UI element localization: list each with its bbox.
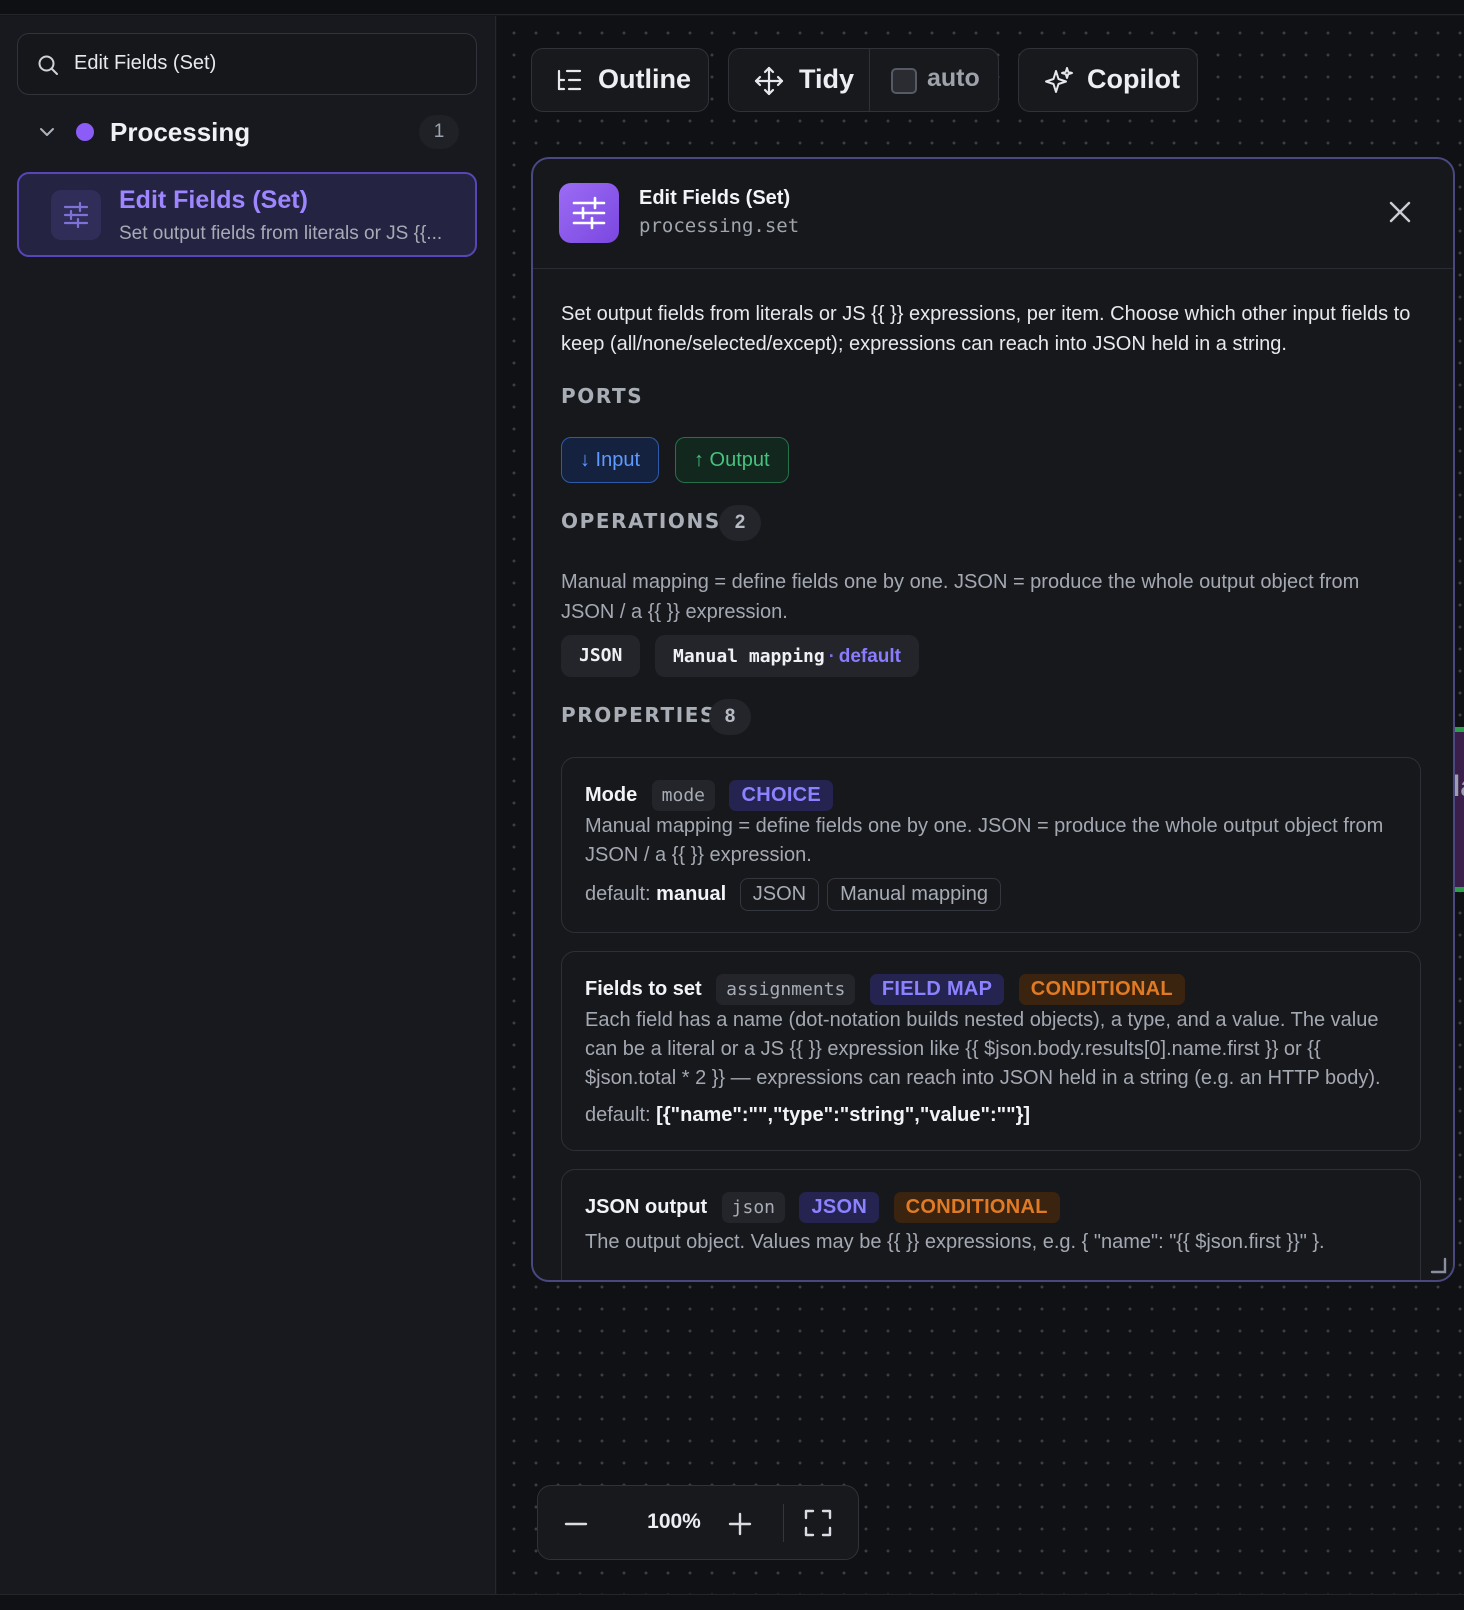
toolbar-divider [869, 49, 870, 111]
operations-count-badge: 2 [719, 505, 761, 541]
auto-tidy-label: auto [927, 64, 980, 92]
property-key: json [721, 1192, 786, 1223]
tidy-label: Tidy [799, 64, 855, 94]
zoom-in-icon[interactable] [726, 1510, 754, 1538]
operations-heading: OPERATIONS [561, 509, 721, 533]
category-count-badge: 1 [419, 115, 459, 149]
property-description: The output object. Values may be {{ }} e… [585, 1231, 1325, 1253]
sliders-icon [51, 190, 101, 240]
close-icon[interactable] [1387, 199, 1413, 225]
property-type-badge: CHOICE [729, 780, 834, 811]
outline-button[interactable]: Outline [531, 48, 709, 112]
search-icon [38, 55, 58, 75]
outline-label: Outline [598, 64, 691, 94]
auto-tidy-checkbox[interactable] [891, 68, 917, 94]
chevron-down-icon[interactable] [37, 122, 57, 142]
property-name: Fields to set [585, 978, 702, 1000]
property-description: Manual mapping = define fields one by on… [585, 815, 1384, 866]
property-key: assignments [716, 974, 856, 1005]
operation-chip-json[interactable]: JSON [561, 635, 641, 677]
default-value: manual [656, 883, 727, 905]
tidy-toolbar-group: Tidy auto [728, 48, 999, 112]
category-color-dot [76, 123, 94, 141]
zoom-controls: 100% [537, 1485, 859, 1560]
property-name: Mode [585, 784, 638, 806]
node-detail-panel: Edit Fields (Set) processing.set Set out… [531, 157, 1455, 1282]
outline-icon [557, 69, 582, 91]
tidy-button[interactable]: Tidy [729, 49, 869, 111]
properties-heading: PROPERTIES [561, 703, 717, 727]
property-card-mode: Mode mode CHOICE Manual mapping = define… [561, 757, 1421, 933]
resize-handle-icon[interactable] [1429, 1256, 1447, 1274]
panel-title: Edit Fields (Set) [639, 187, 791, 209]
conditional-badge: CONDITIONAL [1018, 974, 1185, 1005]
property-key: mode [651, 780, 716, 811]
default-marker: default [838, 646, 901, 667]
copilot-button[interactable]: Copilot [1018, 48, 1198, 112]
ports-heading: PORTS [561, 384, 644, 408]
property-description: Each field has a name (dot-notation buil… [585, 1009, 1381, 1089]
option-manual-mapping: Manual mapping [827, 878, 1001, 911]
property-card-assignments: Fields to set assignments FIELD MAP COND… [561, 951, 1421, 1151]
properties-count-badge: 8 [709, 699, 751, 735]
node-item-description: Set output fields from literals or JS {{… [119, 223, 443, 244]
zoom-level: 100% [647, 1510, 701, 1533]
property-default: default: manual JSON Manual mapping [585, 878, 1001, 911]
node-item-title: Edit Fields (Set) [119, 186, 308, 214]
property-default: default: [{"name":"","type":"string","va… [585, 1104, 1030, 1127]
window-bottom-bar [0, 1594, 1464, 1610]
panel-header: Edit Fields (Set) processing.set [533, 159, 1453, 269]
node-search-input[interactable]: Edit Fields (Set) [17, 33, 477, 95]
sparkles-icon [1045, 67, 1073, 93]
operation-chip-manual-mapping[interactable]: Manual mapping · default [655, 635, 919, 677]
search-value: Edit Fields (Set) [74, 52, 217, 74]
sliders-icon [559, 183, 619, 243]
property-header: JSON output json JSON CONDITIONAL [585, 1192, 1070, 1226]
port-output-badge: ↑ Output [675, 437, 789, 483]
property-type-badge: FIELD MAP [869, 974, 1005, 1005]
category-label: Processing [110, 117, 251, 147]
operation-chip-label: Manual mapping [673, 646, 825, 667]
category-group-processing[interactable]: Processing 1 [17, 112, 477, 152]
node-description: Set output fields from literals or JS {{… [561, 303, 1411, 355]
property-header: Fields to set assignments FIELD MAP COND… [585, 974, 1195, 1008]
default-prefix: default: [585, 883, 651, 905]
property-card-json: JSON output json JSON CONDITIONAL The ou… [561, 1169, 1421, 1280]
copilot-label: Copilot [1087, 64, 1180, 94]
window-top-bar [0, 0, 1464, 15]
operations-description: Manual mapping = define fields one by on… [561, 571, 1360, 623]
offscreen-node-edge[interactable] [1455, 727, 1464, 892]
node-list-item-edit-fields[interactable]: Edit Fields (Set) Set output fields from… [17, 172, 477, 257]
conditional-badge: CONDITIONAL [893, 1192, 1060, 1223]
port-input-badge: ↓ Input [561, 437, 660, 483]
option-json: JSON [739, 878, 820, 911]
default-separator: · [828, 646, 835, 666]
default-value: [{"name":"","type":"string","value":""}] [656, 1104, 1031, 1126]
property-name: JSON output [585, 1196, 708, 1218]
move-arrows-icon [754, 66, 784, 96]
node-sidebar: Edit Fields (Set) Processing 1 Edit Fiel… [0, 16, 496, 1594]
fit-view-icon[interactable] [803, 1508, 833, 1538]
node-type-id: processing.set [639, 215, 800, 237]
default-prefix: default: [585, 1104, 651, 1126]
zoom-out-icon[interactable] [562, 1510, 590, 1538]
property-header: Mode mode CHOICE [585, 780, 843, 814]
zoom-divider [783, 1504, 784, 1542]
property-type-badge: JSON [799, 1192, 880, 1223]
